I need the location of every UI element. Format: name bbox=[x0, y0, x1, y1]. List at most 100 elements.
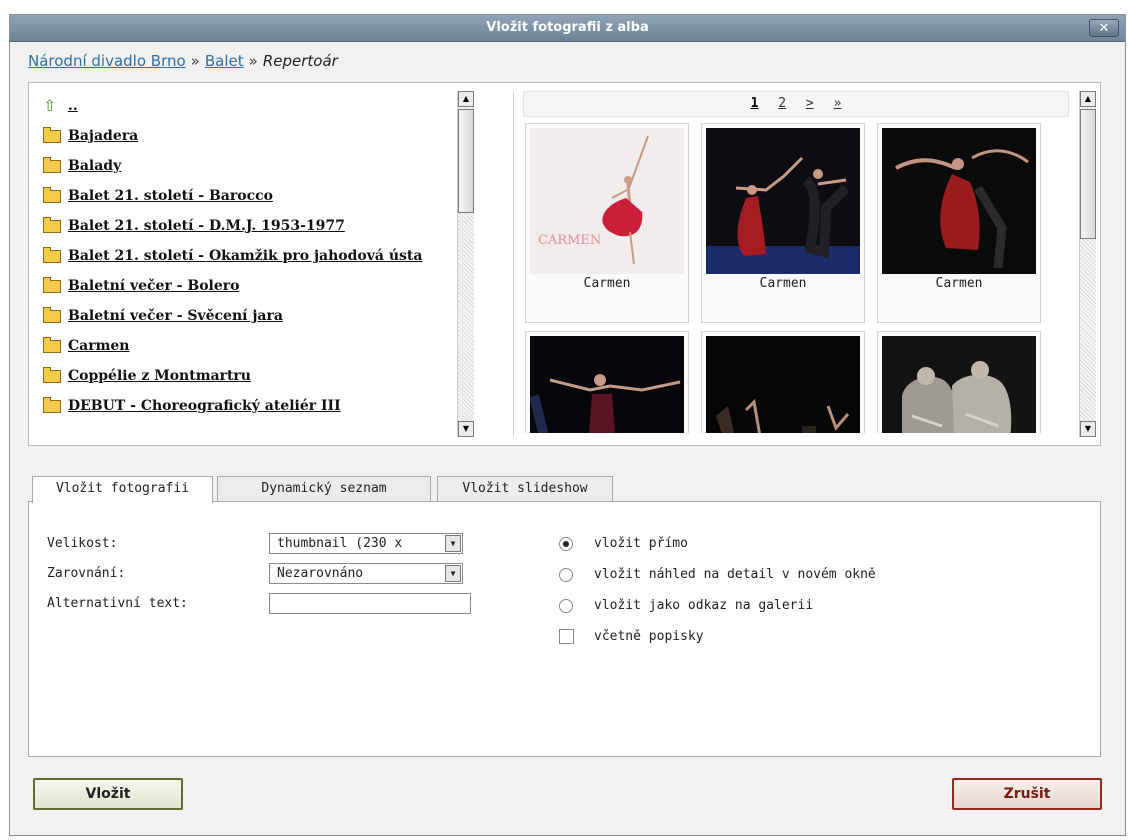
gallery-scrollbar[interactable]: ▲ ▼ bbox=[1079, 91, 1096, 437]
size-label: Velikost: bbox=[47, 536, 118, 551]
folder-label[interactable]: Coppélie z Montmartru bbox=[68, 367, 251, 385]
arrow-up-icon: ⇧ bbox=[43, 96, 57, 115]
folder-label[interactable]: .. bbox=[68, 97, 78, 115]
folder-item[interactable]: Carmen bbox=[43, 337, 443, 355]
poster-text: CARMEN bbox=[538, 233, 601, 248]
photo-thumbnail[interactable]: Carmen bbox=[877, 123, 1041, 323]
insert-button[interactable]: Vložit bbox=[33, 778, 183, 810]
folder-up[interactable]: ⇧ .. bbox=[43, 97, 443, 115]
scroll-up-button[interactable]: ▲ bbox=[458, 91, 474, 107]
folder-icon bbox=[43, 397, 61, 413]
scroll-thumb[interactable] bbox=[1080, 109, 1096, 239]
folder-icon bbox=[43, 157, 61, 173]
breadcrumb-link-theatre[interactable]: Národní divadlo Brno bbox=[28, 52, 186, 70]
scroll-down-button[interactable]: ▼ bbox=[1080, 421, 1096, 437]
folder-item[interactable]: Balet 21. století - Okamžik pro jahodová… bbox=[43, 247, 443, 265]
photo-caption: Carmen bbox=[935, 276, 983, 291]
photo-image[interactable] bbox=[706, 336, 860, 433]
photo-thumbnail[interactable] bbox=[877, 331, 1041, 433]
album-browser: ⇧ .. Bajadera Balady Balet 21. století -… bbox=[28, 82, 1101, 446]
scroll-down-button[interactable]: ▼ bbox=[458, 421, 474, 437]
folder-label[interactable]: Baletní večer - Svěcení jara bbox=[68, 307, 283, 325]
folder-item[interactable]: DEBUT - Choreografický ateliér III bbox=[43, 397, 443, 415]
folder-label[interactable]: Carmen bbox=[68, 337, 130, 355]
folder-item[interactable]: Coppélie z Montmartru bbox=[43, 367, 443, 385]
photo-image[interactable] bbox=[882, 128, 1036, 274]
folder-icon bbox=[43, 307, 61, 323]
caption-checkbox[interactable] bbox=[559, 629, 574, 644]
tab-dynamic-list[interactable]: Dynamický seznam bbox=[217, 476, 431, 502]
chevron-down-icon[interactable]: ▼ bbox=[445, 535, 461, 552]
folder-icon bbox=[43, 127, 61, 143]
tab-insert-photo[interactable]: Vložit fotografii bbox=[32, 476, 213, 503]
folder-icon bbox=[43, 187, 61, 203]
option-gallery-link-label: vložit jako odkaz na galerii bbox=[594, 598, 814, 613]
folder-label[interactable]: Balet 21. století - D.M.J. 1953-1977 bbox=[68, 217, 345, 235]
folder-icon bbox=[43, 247, 61, 263]
option-preview[interactable]: vložit náhled na detail v novém okně bbox=[559, 567, 876, 582]
breadcrumb-separator: » bbox=[190, 52, 200, 70]
title-bar[interactable]: Vložit fotografii z alba ✕ bbox=[10, 15, 1125, 42]
folder-item[interactable]: Balady bbox=[43, 157, 443, 175]
page-2-link[interactable]: 2 bbox=[778, 96, 786, 111]
folder-item[interactable]: Baletní večer - Svěcení jara bbox=[43, 307, 443, 325]
alt-text-label: Alternativní text: bbox=[47, 596, 188, 611]
panel-divider bbox=[513, 91, 514, 437]
size-select[interactable]: thumbnail (230 x ▼ bbox=[269, 533, 463, 554]
align-select[interactable]: Nezarovnáno ▼ bbox=[269, 563, 463, 584]
next-page-link[interactable]: > bbox=[806, 96, 814, 111]
breadcrumb-separator: » bbox=[248, 52, 258, 70]
breadcrumb-link-ballet[interactable]: Balet bbox=[205, 52, 244, 70]
folder-label[interactable]: Balet 21. století - Barocco bbox=[68, 187, 273, 205]
option-caption[interactable]: včetně popisky bbox=[559, 629, 704, 644]
folder-item[interactable]: Balet 21. století - Barocco bbox=[43, 187, 443, 205]
folder-icon bbox=[43, 337, 61, 353]
folder-label[interactable]: Baletní večer - Bolero bbox=[68, 277, 240, 295]
dialog-title: Vložit fotografii z alba bbox=[486, 20, 649, 35]
tab-insert-slideshow[interactable]: Vložit slideshow bbox=[437, 476, 613, 502]
photo-carmen-poster[interactable]: CARMEN bbox=[530, 128, 684, 274]
folder-icon bbox=[43, 367, 61, 383]
photo-thumbnail[interactable] bbox=[525, 331, 689, 433]
folder-label[interactable]: Balet 21. století - Okamžik pro jahodová… bbox=[68, 247, 422, 265]
folder-item[interactable]: Balet 21. století - D.M.J. 1953-1977 bbox=[43, 217, 443, 235]
photo-thumbnail[interactable]: CARMEN Carmen bbox=[525, 123, 689, 323]
photo-caption: Carmen bbox=[583, 276, 631, 291]
photo-thumbnail[interactable] bbox=[701, 331, 865, 433]
photo-image[interactable] bbox=[706, 128, 860, 274]
photo-caption: Carmen bbox=[759, 276, 807, 291]
folder-icon bbox=[43, 277, 61, 293]
pagination: 1 2 > » bbox=[523, 91, 1069, 117]
radio-direct[interactable] bbox=[559, 536, 573, 551]
last-page-link[interactable]: » bbox=[834, 96, 842, 111]
chevron-down-icon[interactable]: ▼ bbox=[445, 565, 461, 582]
option-direct-label: vložit přímo bbox=[594, 536, 688, 551]
folder-label[interactable]: Balady bbox=[68, 157, 121, 175]
option-direct[interactable]: vložit přímo bbox=[559, 536, 688, 551]
folder-label[interactable]: Bajadera bbox=[68, 127, 138, 145]
close-button[interactable]: ✕ bbox=[1089, 19, 1119, 37]
folder-list: ⇧ .. Bajadera Balady Balet 21. století -… bbox=[43, 97, 443, 427]
photo-thumbnail[interactable]: Carmen bbox=[701, 123, 865, 323]
option-caption-label: včetně popisky bbox=[594, 629, 704, 644]
page-1-link[interactable]: 1 bbox=[751, 96, 759, 111]
option-gallery-link[interactable]: vložit jako odkaz na galerii bbox=[559, 598, 813, 613]
folder-scrollbar[interactable]: ▲ ▼ bbox=[457, 91, 474, 437]
photo-image[interactable] bbox=[882, 336, 1036, 433]
folder-item[interactable]: Baletní večer - Bolero bbox=[43, 277, 443, 295]
option-preview-label: vložit náhled na detail v novém okně bbox=[594, 567, 876, 582]
alt-text-input[interactable] bbox=[269, 593, 471, 614]
breadcrumb: Národní divadlo Brno» Balet» Repertoár bbox=[28, 52, 338, 70]
photo-grid: CARMEN Carmen Carmen Carmen bbox=[525, 123, 1045, 433]
folder-item[interactable]: Bajadera bbox=[43, 127, 443, 145]
photo-image[interactable] bbox=[530, 336, 684, 433]
cancel-button[interactable]: Zrušit bbox=[952, 778, 1102, 810]
insert-photo-panel: Velikost: thumbnail (230 x ▼ Zarovnání: … bbox=[28, 501, 1101, 757]
scroll-thumb[interactable] bbox=[458, 109, 474, 213]
folder-label[interactable]: DEBUT - Choreografický ateliér III bbox=[68, 397, 341, 415]
breadcrumb-current: Repertoár bbox=[262, 52, 338, 70]
size-select-value: thumbnail (230 x bbox=[277, 536, 403, 551]
radio-preview[interactable] bbox=[559, 567, 573, 582]
scroll-up-button[interactable]: ▲ bbox=[1080, 91, 1096, 107]
radio-gallery-link[interactable] bbox=[559, 598, 573, 613]
